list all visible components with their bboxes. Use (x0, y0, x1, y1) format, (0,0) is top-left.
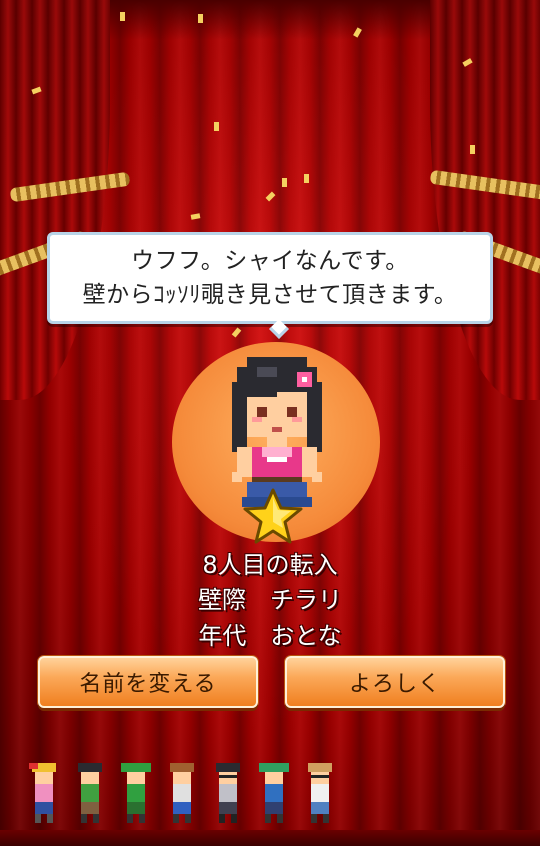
confetti-piece (265, 191, 276, 202)
resident-roster (26, 762, 346, 824)
confetti-piece (231, 327, 242, 338)
confetti-piece (282, 178, 287, 187)
rename-button[interactable]: 名前を変える (38, 656, 258, 708)
star-icon (243, 488, 303, 544)
confirm-button[interactable]: よろしく (285, 656, 505, 708)
roster-avatar[interactable] (164, 762, 200, 824)
roster-avatar[interactable] (26, 762, 62, 824)
speech-bubble: ウフフ。シャイなんです。 壁からｺｯｿﾘ覗き見させて頂きます。 (47, 232, 493, 324)
character-age-text: 年代 おとな (198, 622, 342, 650)
stage-floor (0, 830, 540, 846)
confetti-piece (304, 174, 309, 183)
dialog-line-2: 壁からｺｯｿﾘ覗き見させて頂きます。 (82, 282, 458, 308)
roster-avatar[interactable] (302, 762, 338, 824)
roster-avatar[interactable] (256, 762, 292, 824)
confetti-piece (214, 122, 219, 131)
roster-avatar[interactable] (72, 762, 108, 824)
roster-avatar[interactable] (118, 762, 154, 824)
confetti-piece (198, 14, 203, 23)
arrival-order-text: 8人目の転入 (202, 551, 338, 579)
confetti-piece (470, 145, 475, 154)
right-curtain-drape (430, 0, 540, 400)
confetti-piece (120, 12, 125, 21)
roster-avatar[interactable] (210, 762, 246, 824)
confetti-piece (190, 213, 201, 220)
dialog-line-1: ウフフ。シャイなんです。 (131, 248, 409, 274)
character-name-text: 壁際 チラリ (198, 586, 342, 614)
